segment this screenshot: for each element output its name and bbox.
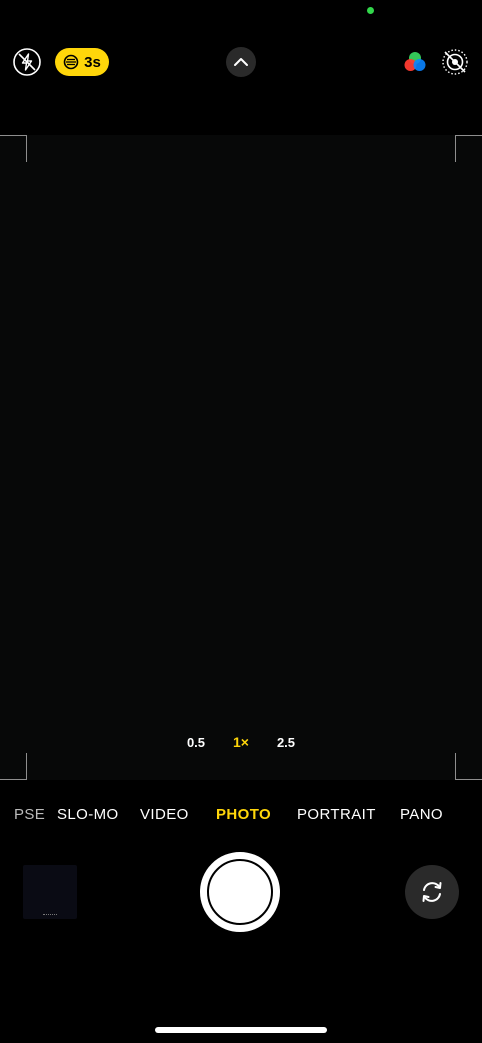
viewfinder-corner-top-left-tick: [26, 135, 27, 162]
thumbnail-dots: [43, 914, 57, 917]
mode-photo[interactable]: PHOTO: [216, 806, 271, 823]
zoom-2-5-button[interactable]: 2.5: [271, 727, 301, 757]
flash-off-icon: [13, 48, 41, 76]
live-photo-off-icon: [442, 49, 468, 75]
viewfinder-corner-top-right: [456, 135, 482, 162]
flip-camera-button[interactable]: [405, 865, 459, 919]
night-mode-button[interactable]: 3s: [55, 48, 109, 76]
viewfinder-corner-bottom-left: [0, 753, 26, 780]
mode-slo-mo[interactable]: SLO-MO: [57, 806, 119, 823]
viewfinder-corner-top-right-tick: [455, 135, 456, 162]
mode-pano[interactable]: PANO: [400, 806, 443, 823]
home-indicator[interactable]: [155, 1027, 327, 1033]
night-mode-icon: [63, 54, 79, 70]
camera-flip-icon: [422, 882, 442, 902]
zoom-1x-button[interactable]: 1×: [226, 727, 256, 757]
live-photo-toggle-button[interactable]: [440, 47, 470, 77]
camera-viewfinder[interactable]: [0, 135, 482, 780]
chevron-up-icon: [234, 58, 248, 66]
viewfinder-corner-bottom-left-tick: [26, 753, 27, 780]
mode-video[interactable]: VIDEO: [140, 806, 189, 823]
last-photo-thumbnail[interactable]: [23, 865, 77, 919]
viewfinder-corner-bottom-right: [456, 753, 482, 780]
night-mode-duration: 3s: [84, 53, 101, 71]
zoom-0-5-button[interactable]: 0.5: [181, 727, 211, 757]
camera-in-use-indicator: [367, 7, 374, 14]
camera-mode-selector[interactable]: PSE SLO-MO VIDEO PHOTO PORTRAIT PANO: [0, 806, 482, 826]
photographic-styles-icon: [404, 52, 426, 71]
more-controls-button[interactable]: [226, 47, 256, 77]
viewfinder-corner-top-left: [0, 135, 26, 162]
flash-toggle-button[interactable]: [12, 47, 42, 77]
viewfinder-corner-bottom-right-tick: [455, 753, 456, 780]
mode-timelapse[interactable]: PSE: [14, 806, 45, 823]
shutter-button[interactable]: [200, 852, 280, 932]
photographic-styles-button[interactable]: [400, 47, 430, 77]
mode-portrait[interactable]: PORTRAIT: [297, 806, 376, 823]
shutter-inner-circle: [207, 859, 273, 925]
